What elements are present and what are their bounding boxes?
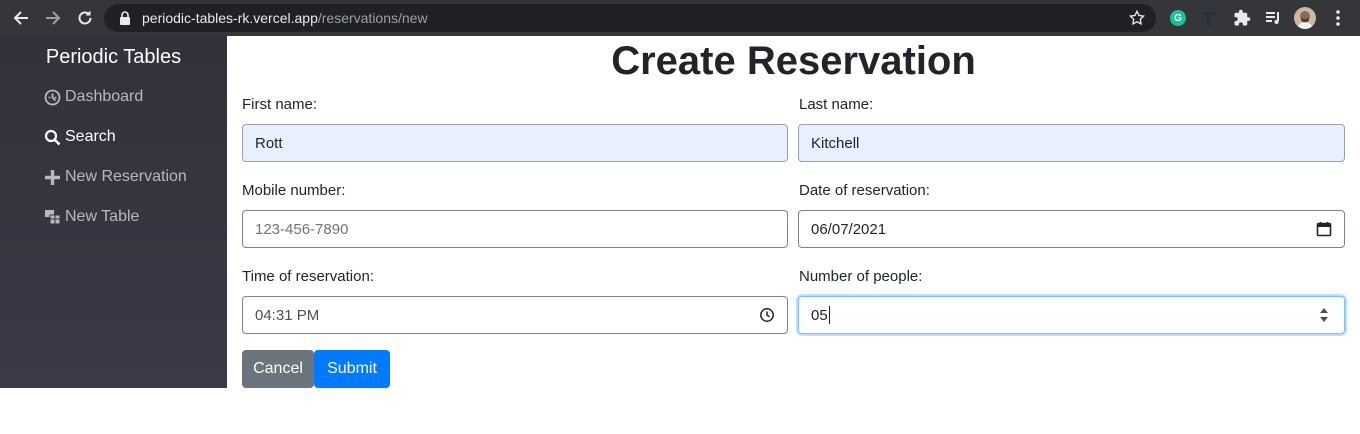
calendar-icon[interactable] <box>1316 221 1332 237</box>
first-name-value: Rott <box>255 134 283 152</box>
reload-button[interactable] <box>69 2 101 34</box>
sidebar-item-label: Dashboard <box>65 88 144 105</box>
first-name-input[interactable]: Rott <box>242 124 788 162</box>
text-caret <box>828 306 830 324</box>
plus-icon <box>44 169 61 186</box>
sidebar-item-label: Search <box>65 128 116 145</box>
t-extension-icon[interactable] <box>1198 7 1220 29</box>
submit-button[interactable]: Submit <box>314 350 390 388</box>
dashboard-icon <box>44 89 61 106</box>
forward-button[interactable] <box>37 2 69 34</box>
date-label: Date of reservation: <box>799 182 930 199</box>
address-bar[interactable]: periodic-tables-rk.vercel.app/reservatio… <box>104 4 1156 32</box>
table-icon <box>44 209 61 226</box>
more-menu-icon[interactable] <box>1327 7 1349 29</box>
url-path: /reservations/new <box>317 10 428 26</box>
bookmark-star-icon[interactable] <box>1128 9 1146 27</box>
mobile-number-label: Mobile number: <box>242 182 346 199</box>
arrow-right-icon <box>46 11 61 25</box>
url-text: periodic-tables-rk.vercel.app/reservatio… <box>142 10 428 26</box>
sidebar-item-dashboard[interactable]: Dashboard <box>44 88 143 106</box>
people-input[interactable]: 05 <box>798 296 1345 334</box>
time-value: 04:31 PM <box>255 306 320 324</box>
sidebar-item-search[interactable]: Search <box>44 128 116 146</box>
url-host: periodic-tables-rk.vercel.app <box>142 10 318 26</box>
brand-title[interactable]: Periodic Tables <box>0 46 227 69</box>
mobile-number-placeholder: 123-456-7890 <box>255 220 349 238</box>
back-button[interactable] <box>5 2 37 34</box>
mobile-number-input[interactable]: 123-456-7890 <box>242 210 788 248</box>
last-name-value: Kitchell <box>811 134 860 152</box>
profile-avatar[interactable] <box>1294 7 1316 29</box>
reload-icon <box>78 11 92 25</box>
arrow-left-icon <box>13 11 28 25</box>
lock-icon <box>118 11 132 25</box>
cancel-button[interactable]: Cancel <box>242 350 314 388</box>
last-name-input[interactable]: Kitchell <box>798 124 1345 162</box>
date-input[interactable]: 06/07/2021 <box>798 210 1345 248</box>
extensions-puzzle-icon[interactable] <box>1231 7 1253 29</box>
grammarly-extension-icon[interactable]: G <box>1167 7 1189 29</box>
sidebar-item-label: New Table <box>65 208 140 225</box>
spinner-icon[interactable] <box>1316 307 1332 323</box>
date-value: 06/07/2021 <box>811 220 887 238</box>
sidebar-item-new-table[interactable]: New Table <box>44 208 139 226</box>
search-icon <box>44 129 61 146</box>
last-name-label: Last name: <box>799 96 874 113</box>
page-title: Create Reservation <box>611 39 976 83</box>
sidebar-item-label: New Reservation <box>65 168 187 185</box>
sidebar-item-new-reservation[interactable]: New Reservation <box>44 168 187 186</box>
people-label: Number of people: <box>799 268 923 285</box>
time-input[interactable]: 04:31 PM <box>242 296 788 334</box>
media-control-icon[interactable] <box>1262 7 1284 29</box>
clock-icon[interactable] <box>759 307 775 323</box>
people-value: 05 <box>811 306 828 324</box>
first-name-label: First name: <box>242 96 318 113</box>
sidebar: Periodic Tables Dashboard Search New Res… <box>0 36 227 388</box>
time-label: Time of reservation: <box>242 268 374 285</box>
grammarly-letter: G <box>1170 10 1186 26</box>
